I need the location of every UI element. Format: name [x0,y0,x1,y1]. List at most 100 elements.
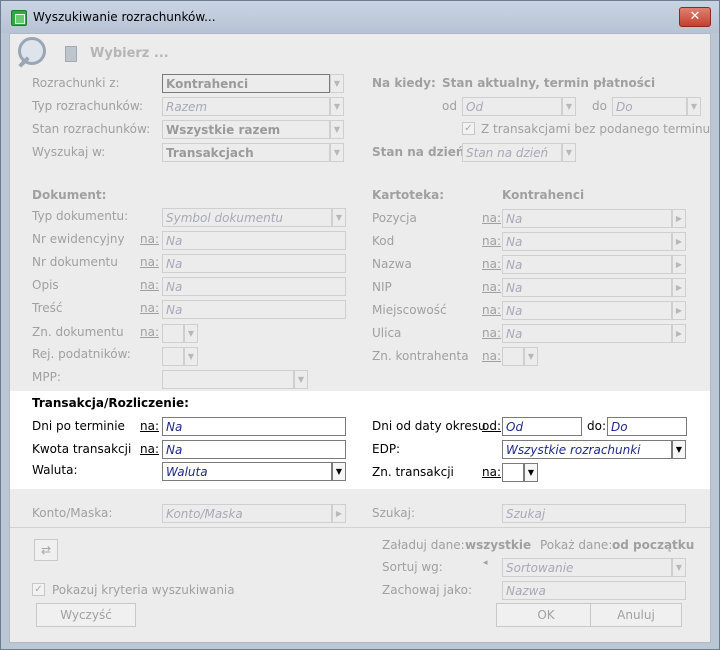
dni-od-field[interactable]: Od [502,417,582,436]
dni-od-daty-label: Dni od daty okresu [372,419,486,433]
mpp-field[interactable] [162,370,294,389]
waluta-field[interactable]: Waluta [162,462,332,481]
zn-dokumentu-na-link[interactable]: na: [140,325,159,339]
refresh-icon[interactable]: ⇄ [34,539,58,561]
dni-po-terminie-na-link[interactable]: na: [140,419,159,433]
konto-maska-field[interactable]: Konto/Maska [162,504,332,523]
zn-kontrahenta-na-link[interactable]: na: [482,349,501,363]
sortowanie-select[interactable]: Sortowanie [502,558,672,577]
stan-na-dzien-field[interactable]: Stan na dzień [462,143,562,162]
nazwa-field[interactable]: Na [502,255,672,274]
nr-dokumentu-na-link[interactable]: na: [140,255,159,269]
wyszukaj-dropdown-icon[interactable]: ▼ [330,143,344,162]
kod-arrow-icon[interactable]: ▶ [672,232,686,251]
tresc-na-link[interactable]: na: [140,301,159,315]
nr-ewidencyjny-field[interactable]: Na [162,231,346,250]
dni-po-terminie-field[interactable]: Na [162,417,346,436]
nip-na-link[interactable]: na: [482,280,501,294]
zn-transakcji-na-link[interactable]: na: [482,465,501,479]
nr-dokumentu-field[interactable]: Na [162,254,346,273]
na-kiedy-value[interactable]: Stan aktualny, termin płatności [442,76,655,90]
tresc-field[interactable]: Na [162,300,346,319]
sortowanie-dropdown-icon[interactable]: ▼ [672,558,686,577]
stan-rozrachunkow-select[interactable]: Wszystkie razem [162,120,330,139]
wyszukaj-w-label: Wyszukaj w: [32,145,106,159]
opis-field[interactable]: Na [162,277,346,296]
dokument-header: Dokument: [32,188,107,202]
zn-transakcji-field[interactable] [502,463,524,482]
nip-field[interactable]: Na [502,278,672,297]
waluta-dropdown-icon[interactable]: ▼ [332,462,346,481]
pozycja-label: Pozycja [372,211,417,225]
calculator-icon[interactable] [65,46,77,62]
od-date-field[interactable]: Od [462,97,562,116]
typ-dokumentu-field[interactable]: Symbol dokumentu [162,208,332,227]
pozycja-na-link[interactable]: na: [482,211,501,225]
kwota-transakcji-label: Kwota transakcji [32,442,132,456]
dni-od-link[interactable]: od: [482,419,501,433]
rozrachunki-select[interactable]: Kontrahenci [162,74,330,93]
ulica-field[interactable]: Na [502,324,672,343]
kwota-transakcji-na-link[interactable]: na: [140,442,159,456]
kod-field[interactable]: Na [502,232,672,251]
zn-kontrahenta-dropdown-icon[interactable]: ▼ [524,347,538,366]
rej-podatnikow-field[interactable] [162,347,184,366]
miejscowosc-arrow-icon[interactable]: ▶ [672,301,686,320]
zn-kontrahenta-field[interactable] [502,347,524,366]
dni-do-field[interactable]: Do [607,417,687,436]
pokazuj-kryteria-label: Pokazuj kryteria wyszukiwania [52,583,235,597]
pokaz-label: Pokaż dane: [540,538,613,552]
zn-dokumentu-field[interactable] [162,324,184,343]
zn-dokumentu-label: Zn. dokumentu [32,325,124,339]
na-kiedy-label: Na kiedy: [372,76,436,90]
z-transakcjami-checkbox[interactable]: ✓ [462,122,475,135]
ulica-arrow-icon[interactable]: ▶ [672,324,686,343]
od-dropdown-icon[interactable]: ▼ [562,97,576,116]
nazwa-arrow-icon[interactable]: ▶ [672,255,686,274]
miejscowosc-na-link[interactable]: na: [482,303,501,317]
nr-ewidencyjny-na-link[interactable]: na: [140,232,159,246]
nazwa-label: Nazwa [372,257,412,271]
pozycja-field[interactable]: Na [502,209,672,228]
stan-na-dzien-label: Stan na dzień: [372,145,470,159]
wyszukaj-w-select[interactable]: Transakcjach [162,143,330,162]
ulica-na-link[interactable]: na: [482,326,501,340]
rej-dropdown-icon[interactable]: ▼ [184,347,198,366]
nazwa-na-link[interactable]: na: [482,257,501,271]
anuluj-button[interactable]: Anuluj [590,603,682,627]
dialog-body: Wybierz ... Rozrachunki z: Kontrahenci ▼… [9,33,711,643]
edp-label: EDP: [372,442,401,456]
stan-na-dzien-dropdown-icon[interactable]: ▼ [562,143,576,162]
zn-dokumentu-dropdown-icon[interactable]: ▼ [184,324,198,343]
rozrachunki-dropdown-icon[interactable]: ▼ [330,74,344,93]
wyczysc-button[interactable]: Wyczyść [36,603,136,627]
do-dropdown-icon[interactable]: ▼ [687,97,701,116]
stan-rozrachunkow-label: Stan rozrachunków: [32,122,151,136]
typ-dropdown-icon[interactable]: ▼ [330,97,344,116]
sort-arrow-icon[interactable]: ◂ [483,558,488,568]
do-date-field[interactable]: Do [612,97,687,116]
close-button[interactable]: ✕ [679,7,711,27]
zn-transakcji-dropdown-icon[interactable]: ▼ [524,463,538,482]
szukaj-field[interactable]: Szukaj [502,504,686,523]
mpp-dropdown-icon[interactable]: ▼ [294,370,308,389]
miejscowosc-field[interactable]: Na [502,301,672,320]
nip-arrow-icon[interactable]: ▶ [672,278,686,297]
edp-select[interactable]: Wszystkie rozrachunki [502,440,672,459]
opis-na-link[interactable]: na: [140,278,159,292]
opis-label: Opis [32,278,59,292]
kwota-transakcji-field[interactable]: Na [162,440,346,459]
pokaz-value[interactable]: od początku [612,538,694,552]
zaladuj-value[interactable]: wszystkie [465,538,531,552]
typ-rozrachunkow-select[interactable]: Razem [162,97,330,116]
zachowaj-name-field[interactable]: Nazwa [502,581,686,600]
ok-button[interactable]: OK [496,603,596,627]
pokazuj-kryteria-checkbox[interactable]: ✓ [32,583,45,596]
toolbar-choose-label[interactable]: Wybierz ... [90,46,169,61]
pozycja-arrow-icon[interactable]: ▶ [672,209,686,228]
edp-dropdown-icon[interactable]: ▼ [672,440,686,459]
konto-arrow-icon[interactable]: ▶ [332,504,346,523]
kod-na-link[interactable]: na: [482,234,501,248]
stan-dropdown-icon[interactable]: ▼ [330,120,344,139]
typ-dokumentu-dropdown-icon[interactable]: ▼ [332,208,346,227]
